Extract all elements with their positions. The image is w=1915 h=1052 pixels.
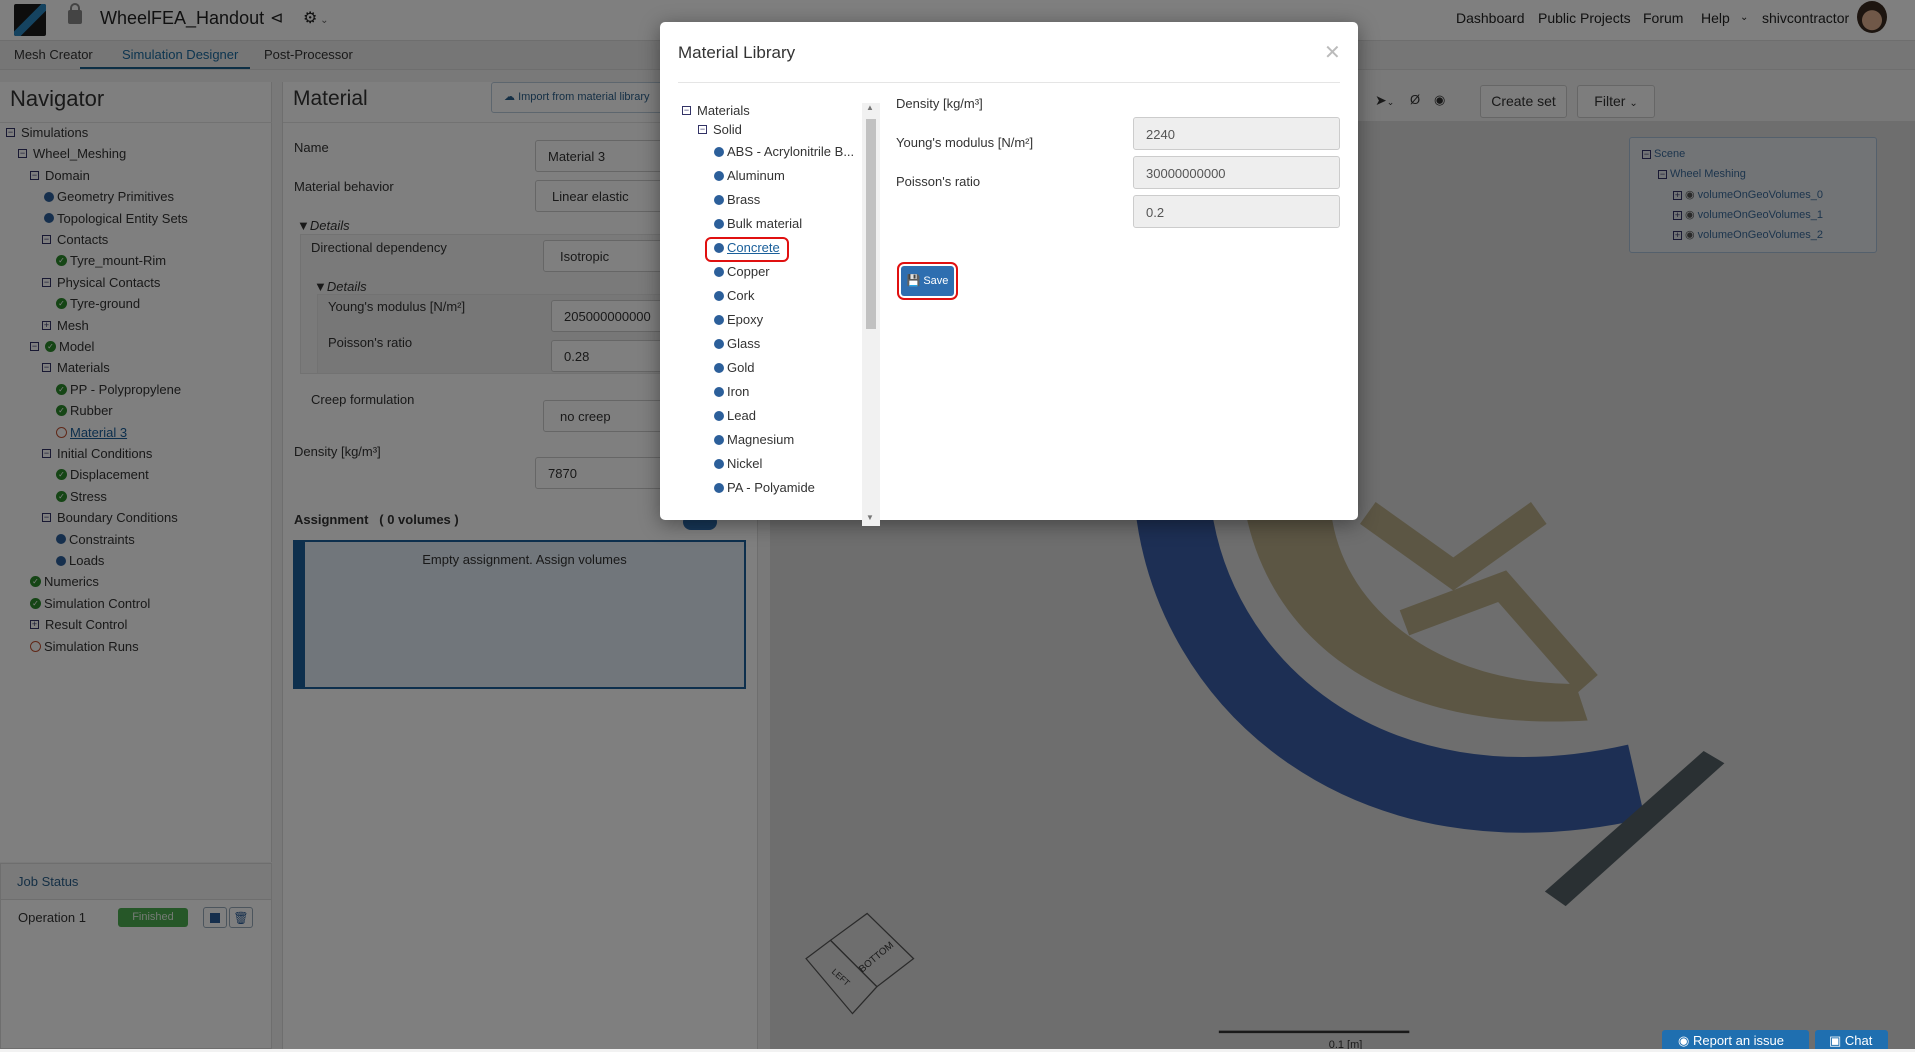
material-dot-icon xyxy=(714,410,724,421)
material-list-item[interactable]: Brass xyxy=(714,192,760,207)
close-icon[interactable]: ✕ xyxy=(1324,40,1341,65)
save-icon: 💾 xyxy=(906,275,924,287)
material-dot-icon xyxy=(714,266,724,277)
save-button[interactable]: 💾 Save xyxy=(897,262,958,300)
material-list-item[interactable]: Iron xyxy=(714,384,749,399)
property-value: 2240 xyxy=(1133,117,1340,150)
material-library-modal: Material Library ✕ − Materials − Solid ABS… xyxy=(660,22,1358,526)
property-label: Young's modulus [N/m²] xyxy=(896,135,1034,150)
material-list-item[interactable]: Bulk material xyxy=(714,216,802,231)
material-dot-icon xyxy=(714,434,724,445)
material-dot-icon xyxy=(714,290,724,301)
chat-icon: ▣ xyxy=(1829,1033,1845,1048)
material-list-item[interactable]: Epoxy xyxy=(714,312,763,327)
scrollbar-thumb[interactable] xyxy=(866,119,876,329)
material-dot-icon xyxy=(714,218,724,229)
selection-highlight xyxy=(705,237,789,262)
material-list-item[interactable]: Magnesium xyxy=(714,432,794,447)
property-label: Poisson's ratio xyxy=(896,174,981,189)
material-list-item[interactable]: PA - Polyamide xyxy=(714,480,815,495)
material-list-item[interactable]: Gold xyxy=(714,360,754,375)
report-issue-button[interactable]: ◉ Report an issue xyxy=(1662,1030,1809,1049)
material-list-item[interactable]: Lead xyxy=(714,408,756,423)
material-list-item[interactable]: Copper xyxy=(714,264,770,279)
property-label: Density [kg/m³] xyxy=(896,96,983,111)
material-list-item[interactable]: Glass xyxy=(714,336,760,351)
list-scrollbar[interactable]: ▲ ▼ xyxy=(862,103,880,526)
property-value: 30000000000 xyxy=(1133,156,1340,189)
material-dot-icon xyxy=(714,338,724,349)
material-list-item[interactable]: Nickel xyxy=(714,456,762,471)
material-dot-icon xyxy=(714,362,724,373)
material-dot-icon xyxy=(714,386,724,397)
tree-group-solid[interactable]: − Solid xyxy=(698,122,742,137)
tree-root-materials[interactable]: − Materials xyxy=(682,103,750,118)
material-dot-icon xyxy=(714,482,724,493)
material-dot-icon xyxy=(714,458,724,469)
material-dot-icon xyxy=(714,170,724,181)
property-value: 0.2 xyxy=(1133,195,1340,228)
material-dot-icon xyxy=(714,314,724,325)
material-list-item[interactable]: Cork xyxy=(714,288,754,303)
material-dot-icon xyxy=(714,146,724,157)
chat-button[interactable]: ▣ Chat xyxy=(1815,1030,1888,1049)
modal-title: Material Library xyxy=(678,43,796,62)
camera-icon: ◉ xyxy=(1678,1033,1693,1048)
material-list-item[interactable]: Aluminum xyxy=(714,168,785,183)
material-list-item[interactable]: ABS - Acrylonitrile B... xyxy=(714,144,854,159)
material-dot-icon xyxy=(714,194,724,205)
